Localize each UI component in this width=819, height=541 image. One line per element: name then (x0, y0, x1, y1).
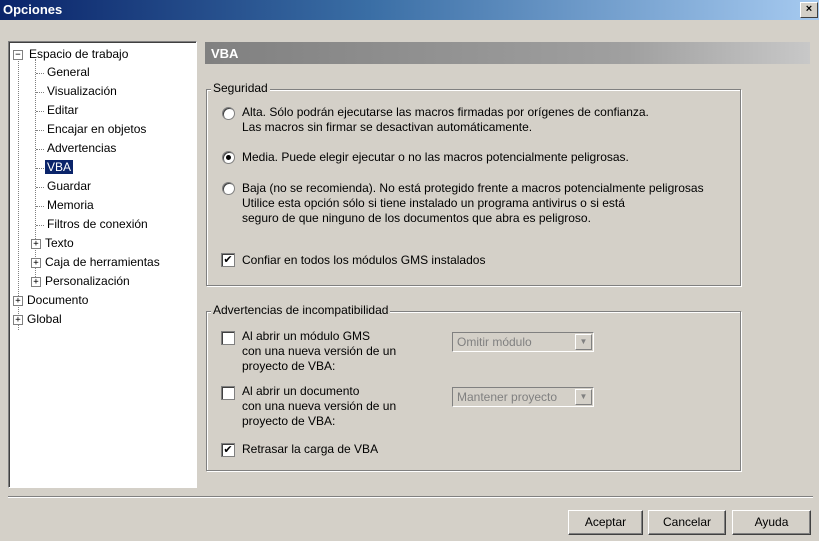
gms-action-value: Omitir módulo (457, 335, 532, 349)
tree-node-guardar[interactable]: Guardar (45, 178, 93, 195)
tree-node-vba[interactable]: VBA (45, 159, 74, 176)
tree-line (18, 55, 19, 330)
expand-icon[interactable]: + (31, 277, 41, 287)
security-legend: Seguridad (211, 81, 270, 95)
chevron-down-icon[interactable]: ▼ (575, 389, 592, 405)
collapse-icon[interactable]: − (13, 50, 23, 60)
tree-node-label: General (47, 65, 90, 79)
tree-node-label: Filtros de conexión (47, 217, 148, 231)
security-low-radio[interactable] (222, 182, 235, 195)
doc-warning-checkbox[interactable] (221, 386, 235, 400)
panel-header: VBA (205, 42, 810, 64)
window-title: Opciones (3, 2, 63, 17)
ok-button[interactable]: Aceptar (568, 510, 643, 535)
tree-line (36, 111, 44, 112)
doc-action-value: Mantener proyecto (457, 390, 558, 404)
tree-node-encajar[interactable]: Encajar en objetos (45, 121, 148, 138)
expand-icon[interactable]: + (13, 296, 23, 306)
tree-line (36, 225, 44, 226)
close-button[interactable]: × (800, 2, 818, 18)
security-medium-radio[interactable] (222, 151, 235, 164)
tree-line (36, 187, 44, 188)
doc-warning-desc-2: proyecto de VBA: (242, 414, 336, 428)
tree-node-editar[interactable]: Editar (45, 102, 80, 119)
security-high-label: Alta. Sólo podrán ejecutarse las macros … (242, 105, 649, 119)
tree-line (36, 206, 44, 207)
doc-action-select[interactable]: Mantener proyecto ▼ (452, 387, 594, 407)
tree-node-label: Encajar en objetos (47, 122, 147, 136)
incompat-legend: Advertencias de incompatibilidad (211, 303, 391, 317)
tree-node-label: Personalización (45, 274, 130, 288)
tree-node-label: Memoria (47, 198, 94, 212)
tree-node-caja-de-herramientas[interactable]: + Caja de herramientas (31, 254, 162, 271)
trust-gms-label: Confiar en todos los módulos GMS instala… (242, 253, 486, 267)
title-bar: Opciones × (0, 0, 819, 20)
security-low-desc-1: Utilice esta opción sólo si tiene instal… (242, 196, 625, 210)
tree-node-espacio-de-trabajo[interactable]: − Espacio de trabajo (13, 46, 130, 63)
tree-node-label: Texto (45, 236, 74, 250)
tree-node-label: Visualización (47, 84, 117, 98)
tree-line (36, 168, 44, 169)
chevron-down-icon[interactable]: ▼ (575, 334, 592, 350)
tree-node-label: Guardar (47, 179, 92, 193)
tree-node-label: Espacio de trabajo (29, 47, 129, 61)
expand-icon[interactable]: + (13, 315, 23, 325)
security-medium-label: Media. Puede elegir ejecutar o no las ma… (242, 150, 629, 164)
help-button[interactable]: Ayuda (732, 510, 811, 535)
tree-line (36, 73, 44, 74)
tree-node-texto[interactable]: + Texto (31, 235, 76, 252)
options-tree[interactable]: − Espacio de trabajo General Visualizaci… (8, 41, 197, 488)
trust-gms-checkbox[interactable]: ✔ (221, 253, 235, 267)
tree-node-label: Documento (27, 293, 89, 307)
tree-node-personalizacion[interactable]: + Personalización (31, 273, 132, 290)
tree-node-memoria[interactable]: Memoria (45, 197, 96, 214)
tree-line (36, 149, 44, 150)
footer-separator (8, 496, 813, 498)
delay-vba-checkbox[interactable]: ✔ (221, 443, 235, 457)
panel-title: VBA (211, 46, 239, 61)
doc-warning-label: Al abrir un documento (242, 384, 360, 398)
tree-line (36, 92, 44, 93)
security-high-desc: Las macros sin firmar se desactivan auto… (242, 120, 533, 134)
cancel-button[interactable]: Cancelar (648, 510, 726, 535)
security-low-label: Baja (no se recomienda). No está protegi… (242, 181, 704, 195)
tree-node-label: Editar (47, 103, 79, 117)
expand-icon[interactable]: + (31, 258, 41, 268)
gms-warning-label: Al abrir un módulo GMS (242, 329, 371, 343)
tree-line (36, 130, 44, 131)
security-high-radio[interactable] (222, 107, 235, 120)
tree-node-label: Advertencias (47, 141, 117, 155)
gms-warning-desc-1: con una nueva versión de un (242, 344, 397, 358)
tree-node-visualizacion[interactable]: Visualización (45, 83, 119, 100)
gms-warning-checkbox[interactable] (221, 331, 235, 345)
security-low-desc-2: seguro de que ninguno de los documentos … (242, 211, 591, 225)
tree-node-global[interactable]: + Global (13, 311, 64, 328)
tree-node-label: VBA (45, 160, 74, 174)
tree-node-label: Global (27, 312, 62, 326)
gms-action-select[interactable]: Omitir módulo ▼ (452, 332, 594, 352)
tree-node-general[interactable]: General (45, 64, 92, 81)
gms-warning-desc-2: proyecto de VBA: (242, 359, 336, 373)
tree-node-documento[interactable]: + Documento (13, 292, 90, 309)
delay-vba-label: Retrasar la carga de VBA (242, 442, 379, 456)
tree-node-label: Caja de herramientas (45, 255, 160, 269)
doc-warning-desc-1: con una nueva versión de un (242, 399, 397, 413)
tree-node-filtros[interactable]: Filtros de conexión (45, 216, 150, 233)
tree-node-advertencias[interactable]: Advertencias (45, 140, 118, 157)
expand-icon[interactable]: + (31, 239, 41, 249)
